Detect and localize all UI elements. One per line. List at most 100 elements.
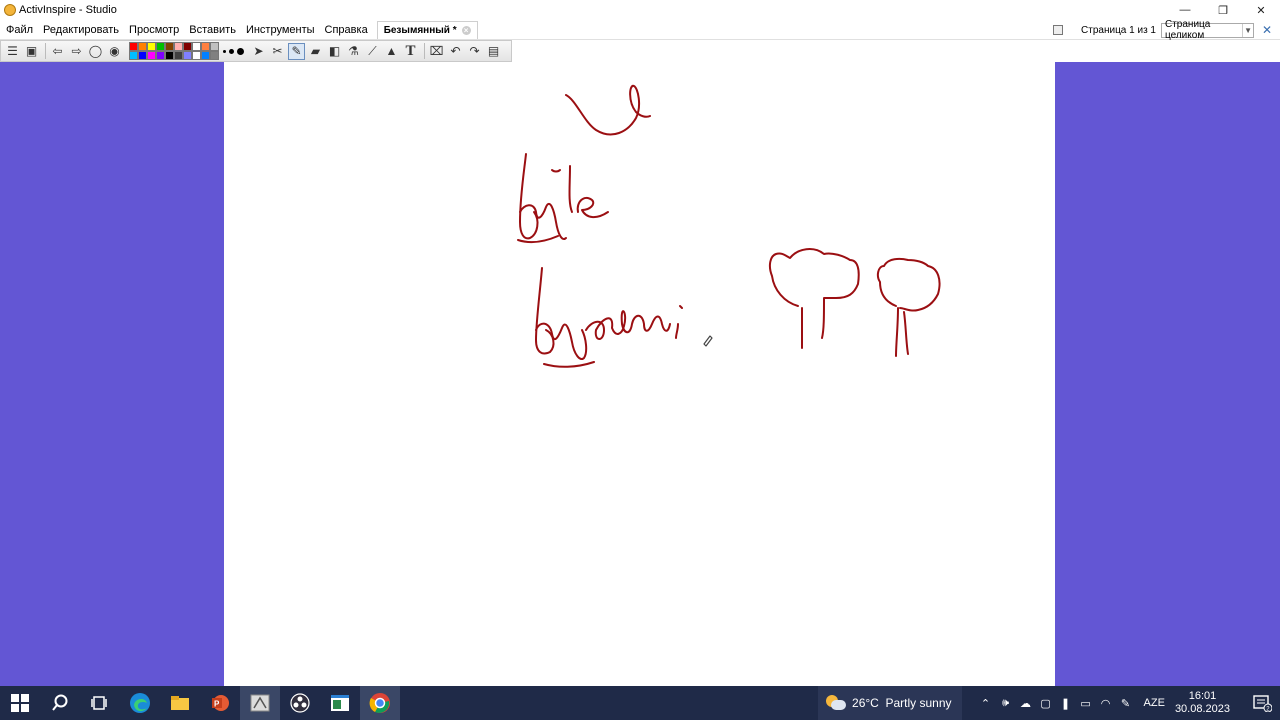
search-icon[interactable] [40,686,80,720]
svg-text:P: P [214,700,220,709]
powerpoint-icon[interactable]: P [200,686,240,720]
pen-width-medium[interactable] [229,48,234,54]
document-tab[interactable]: Безымянный * × [376,20,478,39]
onedrive-icon[interactable]: ☁ [1016,697,1036,710]
color-swatch[interactable] [183,42,192,51]
color-swatch[interactable] [147,51,156,60]
color-swatch[interactable] [129,51,138,60]
text-icon[interactable]: T [402,43,419,60]
pen-width-small[interactable] [223,49,226,53]
task-view-icon[interactable] [80,686,120,720]
zoom-select[interactable]: Страница целиком ▼ [1161,19,1254,41]
activinspire-icon[interactable] [240,686,280,720]
workspace [0,62,1280,686]
pen-icon[interactable]: ✎ [288,42,305,60]
restore-button[interactable]: ❐ [1204,0,1242,20]
file-explorer-icon[interactable] [160,686,200,720]
menu-bar: Файл Редактировать Просмотр Вставить Инс… [0,19,1280,41]
fit-page-icon[interactable]: ✕ [1262,24,1274,36]
wifi-icon[interactable]: ◠ [1096,697,1116,710]
color-swatch[interactable] [183,51,192,60]
color-swatch[interactable] [165,42,174,51]
color-swatch[interactable] [201,42,210,51]
language-indicator[interactable]: AZE [1144,697,1165,709]
menu-edit[interactable]: Редактировать [38,24,124,36]
weather-widget[interactable]: 26°C Partly sunny [818,686,962,720]
color-swatch[interactable] [192,42,201,51]
partly-sunny-icon [826,695,847,711]
ink-word-1 [517,165,609,244]
color-palette [129,42,219,60]
color-swatch[interactable] [147,42,156,51]
window-app-icon[interactable] [320,686,360,720]
color-swatch[interactable] [156,42,165,51]
pen-input-icon[interactable]: ✎ [1116,697,1136,710]
pen-tools-icon[interactable]: ✂ [269,43,286,60]
ink-word-2 [535,305,683,368]
color-swatch[interactable] [129,42,138,51]
volume-icon[interactable]: 🕪 [996,697,1016,710]
color-swatch[interactable] [138,51,147,60]
obs-icon[interactable] [280,686,320,720]
highlighter-icon[interactable]: ▰ [307,43,324,60]
pen-width-large[interactable] [237,47,244,55]
minimize-button[interactable]: — [1166,0,1204,20]
color-swatch[interactable] [210,42,219,51]
color-swatch[interactable] [138,42,147,51]
edge-icon[interactable] [120,686,160,720]
flipchart-page[interactable] [224,62,1055,686]
zoom-value: Страница целиком [1165,19,1211,41]
start-icon[interactable] [0,686,40,720]
chrome-icon[interactable] [360,686,400,720]
shapes-icon[interactable]: ▲ [383,43,400,60]
clock-time: 16:01 [1188,690,1217,702]
dashboard-icon[interactable]: ▣ [23,43,40,60]
chevron-down-icon: ▼ [1242,23,1253,37]
clock-date: 30.08.2023 [1174,703,1230,715]
close-button[interactable]: ✕ [1242,0,1280,20]
menu-help[interactable]: Справка [320,24,373,36]
display-icon[interactable]: ▭ [1076,697,1096,710]
system-tray: 26°C Partly sunny ⌃ 🕪 ☁ ▢ ❚ ▭ ◠ ✎ AZE 16… [818,686,1280,720]
main-menu-icon[interactable]: ☰ [4,43,21,60]
color-swatch[interactable] [174,42,183,51]
color-swatch[interactable] [156,51,165,60]
microphone-icon[interactable]: ❚ [1056,697,1076,710]
notification-center-icon[interactable]: 2 [1244,686,1280,720]
browsers-icon[interactable]: ◉ [106,43,123,60]
clock[interactable]: 16:01 30.08.2023 [1175,690,1230,716]
fill-icon[interactable]: ⚗ [345,43,362,60]
previous-page-icon[interactable]: ⇦ [49,43,66,60]
undo-icon[interactable]: ↶ [447,43,464,60]
color-swatch[interactable] [192,51,201,60]
main-toolbar: ☰ ▣ ⇦ ⇨ ◯ ◉ ➤ ✂ ✎ ▰ ◧ ⚗ ⟋ ▲ T ⌧ ↶ ↷ ▤ [0,40,512,62]
tab-close-icon[interactable]: × [461,25,471,35]
color-swatch[interactable] [165,51,174,60]
page-browser-icon[interactable] [1053,25,1064,35]
clear-icon[interactable]: ⌧ [428,43,445,60]
select-icon[interactable]: ➤ [250,43,267,60]
document-tab-label: Безымянный * [383,24,457,36]
menu-view[interactable]: Просмотр [124,24,184,36]
color-swatch[interactable] [201,51,210,60]
eraser-icon[interactable]: ◧ [326,43,343,60]
magic-ink-icon[interactable]: ⟋ [364,43,381,60]
title-bar: ActivInspire - Studio — ❐ ✕ [0,0,1280,20]
next-page-icon[interactable]: ⇨ [68,43,85,60]
ink-layer [517,84,941,368]
pen-width-selector [223,47,244,55]
reset-icon[interactable]: ◯ [87,43,104,60]
page-icon[interactable]: ▤ [485,43,502,60]
menu-file[interactable]: Файл [0,24,38,36]
redo-icon[interactable]: ↷ [466,43,483,60]
window-controls: — ❐ ✕ [1166,0,1280,20]
webcam-icon[interactable]: ▢ [1036,697,1056,710]
color-swatch[interactable] [174,51,183,60]
menu-insert[interactable]: Вставить [184,24,241,36]
menu-tools[interactable]: Инструменты [241,24,320,36]
show-hidden-icons-icon[interactable]: ⌃ [976,697,996,710]
ink-word-2-stem [535,267,555,355]
ink-tree-1 [768,248,860,349]
page-indicator: Страница 1 из 1 [1081,24,1156,36]
color-swatch[interactable] [210,51,219,60]
